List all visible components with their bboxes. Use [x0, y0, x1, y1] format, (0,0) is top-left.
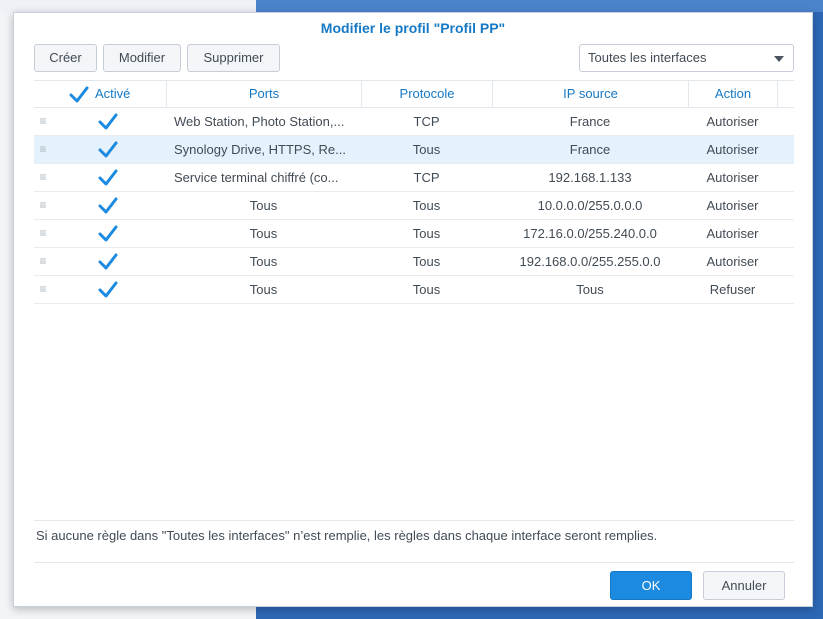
- ports-cell: Synology Drive, HTTPS, Re...: [174, 142, 346, 157]
- source-ip-cell: 172.16.0.0/255.240.0.0: [523, 226, 657, 241]
- info-note: Si aucune règle dans "Toutes les interfa…: [34, 520, 794, 563]
- protocol-cell: Tous: [412, 254, 441, 269]
- checkmark-icon: [98, 141, 118, 158]
- desktop-background-strip: [256, 0, 823, 12]
- table-row[interactable]: ≡ Synology Drive, HTTPS, Re... Tous Fran…: [34, 136, 794, 164]
- header-enabled[interactable]: Activé: [34, 81, 166, 108]
- action-cell: Autoriser: [706, 142, 759, 157]
- checkmark-icon: [98, 113, 118, 130]
- header-protocol[interactable]: Protocole: [361, 81, 492, 108]
- source-ip-cell: 192.168.1.133: [548, 170, 632, 185]
- interface-select-value: Toutes les interfaces: [588, 50, 707, 65]
- table-row[interactable]: ≡ Tous Tous 192.168.0.0/255.255.0.0 Auto…: [34, 248, 794, 276]
- modify-button[interactable]: Modifier: [103, 44, 181, 72]
- checkmark-icon: [69, 86, 89, 103]
- ports-cell: Tous: [249, 198, 278, 213]
- drag-handle-icon[interactable]: ≡: [34, 164, 52, 191]
- edit-profile-dialog: Modifier le profil "Profil PP" Créer Mod…: [13, 12, 813, 607]
- drag-handle-icon[interactable]: ≡: [34, 192, 52, 219]
- ok-button[interactable]: OK: [610, 571, 692, 600]
- enabled-checkbox[interactable]: [98, 113, 118, 131]
- header-source-ip[interactable]: IP source: [492, 81, 688, 108]
- cancel-button[interactable]: Annuler: [703, 571, 785, 600]
- action-cell: Autoriser: [706, 254, 759, 269]
- action-cell: Autoriser: [706, 198, 759, 213]
- checkmark-icon: [98, 281, 118, 298]
- ports-cell: Tous: [249, 282, 278, 297]
- select-all-checkbox[interactable]: [69, 86, 89, 104]
- header-enabled-label: Activé: [95, 86, 131, 101]
- source-ip-cell: France: [569, 114, 611, 129]
- enabled-checkbox[interactable]: [98, 225, 118, 243]
- chevron-down-icon: [774, 56, 784, 62]
- ports-cell: Service terminal chiffré (co...: [174, 170, 339, 185]
- action-cell: Refuser: [709, 282, 756, 297]
- enabled-checkbox[interactable]: [98, 141, 118, 159]
- source-ip-cell: 192.168.0.0/255.255.0.0: [519, 254, 661, 269]
- interface-select[interactable]: Toutes les interfaces: [579, 44, 794, 72]
- enabled-checkbox[interactable]: [98, 253, 118, 271]
- header-ports[interactable]: Ports: [166, 81, 361, 108]
- action-cell: Autoriser: [706, 226, 759, 241]
- checkmark-icon: [98, 253, 118, 270]
- protocol-cell: Tous: [412, 226, 441, 241]
- protocol-cell: Tous: [412, 142, 441, 157]
- source-ip-cell: Tous: [576, 282, 604, 297]
- drag-handle-icon[interactable]: ≡: [34, 136, 52, 163]
- action-cell: Autoriser: [706, 170, 759, 185]
- protocol-cell: Tous: [412, 282, 441, 297]
- table-row[interactable]: ≡ Tous Tous 172.16.0.0/255.240.0.0 Autor…: [34, 220, 794, 248]
- header-spacer: [777, 81, 794, 108]
- action-cell: Autoriser: [706, 114, 759, 129]
- protocol-cell: Tous: [412, 198, 441, 213]
- protocol-cell: TCP: [413, 170, 440, 185]
- checkmark-icon: [98, 169, 118, 186]
- source-ip-cell: 10.0.0.0/255.0.0.0: [537, 198, 643, 213]
- enabled-checkbox[interactable]: [98, 169, 118, 187]
- drag-handle-icon[interactable]: ≡: [34, 108, 52, 135]
- create-button[interactable]: Créer: [34, 44, 97, 72]
- drag-handle-icon[interactable]: ≡: [34, 248, 52, 275]
- protocol-cell: TCP: [413, 114, 440, 129]
- enabled-checkbox[interactable]: [98, 197, 118, 215]
- drag-handle-icon[interactable]: ≡: [34, 220, 52, 247]
- ports-cell: Web Station, Photo Station,...: [174, 114, 345, 129]
- table-row[interactable]: ≡ Tous Tous Tous Refuser: [34, 276, 794, 304]
- source-ip-cell: France: [569, 142, 611, 157]
- ports-cell: Tous: [249, 254, 278, 269]
- header-action[interactable]: Action: [688, 81, 777, 108]
- drag-handle-icon[interactable]: ≡: [34, 276, 52, 303]
- ports-cell: Tous: [249, 226, 278, 241]
- delete-button[interactable]: Supprimer: [187, 44, 280, 72]
- checkmark-icon: [98, 197, 118, 214]
- table-header: Activé Ports Protocole IP source Action: [34, 80, 794, 108]
- enabled-checkbox[interactable]: [98, 281, 118, 299]
- dialog-title: Modifier le profil "Profil PP": [320, 20, 506, 36]
- table-row[interactable]: ≡ Tous Tous 10.0.0.0/255.0.0.0 Autoriser: [34, 192, 794, 220]
- rules-table: Activé Ports Protocole IP source Action …: [34, 80, 794, 304]
- table-row[interactable]: ≡ Service terminal chiffré (co... TCP 19…: [34, 164, 794, 192]
- checkmark-icon: [98, 225, 118, 242]
- table-row[interactable]: ≡ Web Station, Photo Station,... TCP Fra…: [34, 108, 794, 136]
